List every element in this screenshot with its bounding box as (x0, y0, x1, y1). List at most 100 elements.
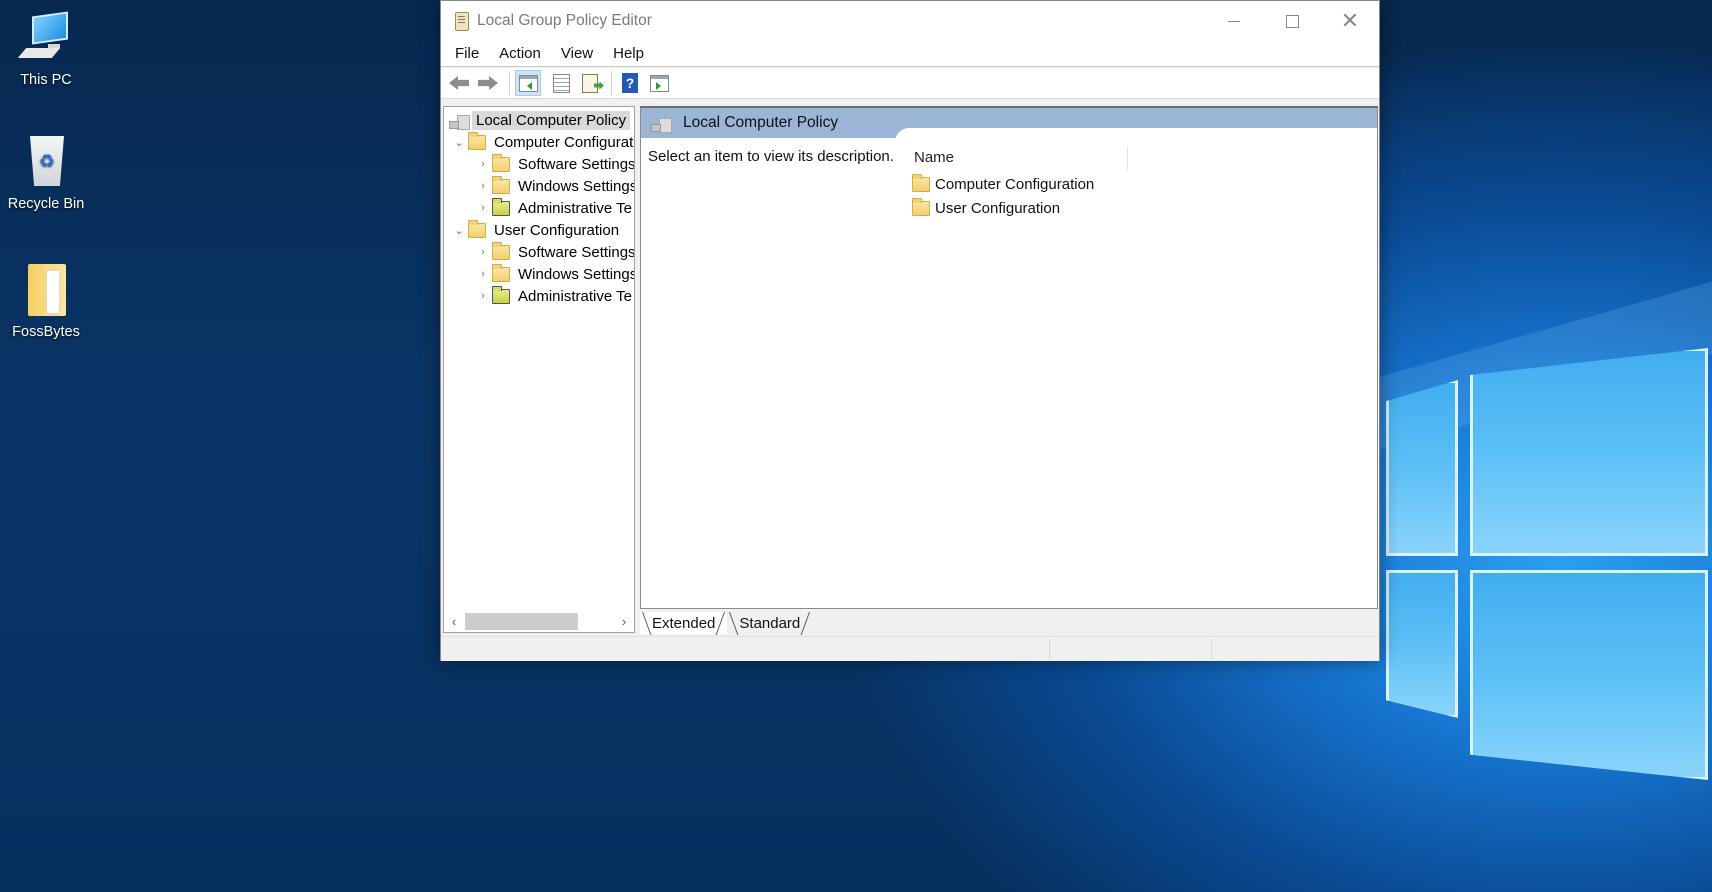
column-header-name[interactable]: Name (911, 142, 1376, 172)
windows-logo-pane (1470, 570, 1708, 780)
status-divider (1211, 639, 1212, 660)
action-pane-icon (649, 74, 669, 92)
tree-item-local-computer-policy[interactable]: Local Computer Policy (446, 109, 631, 131)
properties-button[interactable] (548, 70, 574, 96)
windows-logo-pane (1386, 570, 1458, 718)
tree-item-label: Windows Settings (518, 265, 635, 283)
desktop-icon-label: Recycle Bin (7, 196, 85, 212)
scroll-right-icon[interactable]: › (614, 614, 634, 629)
chevron-right-icon[interactable]: › (476, 268, 490, 280)
folder-icon (492, 241, 510, 260)
column-divider[interactable] (1127, 146, 1128, 170)
scroll-track[interactable] (464, 613, 614, 630)
desktop-icon-this-pc[interactable]: This PC (0, 10, 92, 88)
chevron-down-icon[interactable]: ⌄ (452, 224, 466, 237)
menu-action[interactable]: Action (492, 43, 548, 64)
tree-item-label: Local Computer Policy (472, 110, 631, 130)
folder-icon (468, 219, 486, 238)
show-hide-action-pane-button[interactable] (646, 70, 672, 96)
title-bar[interactable]: Local Group Policy Editor ✕ (441, 1, 1379, 41)
tree-item-software-settings[interactable]: › Software Settings (476, 153, 635, 175)
show-hide-console-tree-button[interactable] (515, 70, 541, 96)
help-button[interactable]: ? (617, 70, 643, 96)
tree-item-label: User Configuration (494, 221, 620, 239)
tree-item-label: Software Settings (518, 155, 635, 173)
list-item-label: User Configuration (935, 199, 1061, 217)
tree-item-windows-settings[interactable]: › Windows Settings (476, 175, 635, 197)
list-item-user-configuration[interactable]: User Configuration (911, 196, 1376, 220)
list-item-label: Computer Configuration (935, 175, 1095, 193)
console-tree: Local Computer Policy ⌄ Computer Configu… (443, 106, 635, 633)
folder-icon (492, 263, 510, 282)
menu-file[interactable]: File (448, 43, 486, 64)
properties-icon (552, 73, 570, 93)
folder-icon (492, 153, 510, 172)
windows-logo-pane (1386, 380, 1458, 556)
tree-item-computer-configuration[interactable]: ⌄ Computer Configurat (452, 131, 634, 153)
scroll-left-icon[interactable]: ‹ (444, 614, 464, 629)
item-description: Select an item to view its description. (648, 148, 894, 165)
forward-button[interactable] (475, 70, 501, 96)
list-item-computer-configuration[interactable]: Computer Configuration (911, 172, 1376, 196)
chevron-down-icon[interactable]: ⌄ (452, 136, 466, 149)
menu-view[interactable]: View (554, 43, 600, 64)
tree-item-user-configuration[interactable]: ⌄ User Configuration (452, 219, 623, 241)
desktop-icon-recycle-bin[interactable]: ♻ Recycle Bin (0, 134, 92, 212)
export-list-icon (582, 73, 598, 93)
export-list-button[interactable] (577, 70, 603, 96)
computer-icon (17, 10, 74, 66)
details-list: Name Computer Configuration User Configu… (911, 142, 1376, 220)
view-tabs: Extended Standard (640, 610, 812, 634)
desktop-icon-fossbytes[interactable]: FossBytes (0, 262, 92, 340)
tree-item-label: Software Settings (518, 243, 635, 261)
chevron-right-icon[interactable]: › (476, 158, 490, 170)
folder-icon (18, 262, 74, 318)
back-button[interactable] (446, 70, 472, 96)
maximize-button[interactable] (1263, 1, 1321, 41)
window-title: Local Group Policy Editor (477, 12, 652, 29)
desktop-icon-label: This PC (20, 72, 72, 88)
column-header-label: Name (914, 148, 955, 166)
tab-extended[interactable]: Extended (640, 612, 728, 634)
policy-editor-icon (452, 11, 470, 31)
close-icon: ✕ (1340, 8, 1360, 33)
help-icon: ? (622, 73, 638, 93)
back-arrow-icon (449, 76, 469, 90)
tree-item-administrative-templates[interactable]: › Administrative Te (476, 197, 634, 219)
menu-help[interactable]: Help (606, 43, 651, 64)
details-header-title: Local Computer Policy (683, 114, 839, 131)
tree-item-administrative-templates[interactable]: › Administrative Te (476, 285, 634, 307)
tree-item-software-settings[interactable]: › Software Settings (476, 241, 635, 263)
folder-icon (912, 173, 930, 192)
tree-horizontal-scrollbar[interactable]: ‹ › (444, 611, 634, 632)
tree-item-label: Administrative Te (518, 287, 632, 305)
recycle-bin-icon: ♻ (18, 134, 74, 190)
chevron-right-icon[interactable]: › (476, 246, 490, 258)
folder-icon (912, 197, 930, 216)
close-button[interactable]: ✕ (1321, 1, 1379, 41)
tree-item-windows-settings[interactable]: › Windows Settings (476, 263, 635, 285)
folder-icon (492, 175, 510, 194)
group-policy-editor-window: Local Group Policy Editor ✕ File Action … (440, 0, 1380, 661)
tab-standard[interactable]: Standard (727, 612, 812, 634)
toolbar-separator (509, 71, 510, 95)
toolbar: ? (441, 68, 1379, 99)
tree-item-label: Windows Settings (518, 177, 635, 195)
computer-policy-icon (651, 114, 672, 133)
chevron-right-icon[interactable]: › (476, 180, 490, 192)
admin-templates-folder-icon (492, 285, 510, 304)
tree-item-label: Computer Configurat (494, 133, 634, 151)
details-pane: Local Computer Policy Select an item to … (640, 106, 1378, 609)
console-tree-icon (518, 74, 538, 92)
chevron-right-icon[interactable]: › (476, 290, 490, 302)
folder-icon (468, 131, 486, 150)
computer-policy-icon (449, 111, 470, 130)
menu-bar: File Action View Help (441, 41, 1379, 67)
windows-logo-pane (1470, 348, 1708, 556)
toolbar-separator (611, 71, 612, 95)
scroll-thumb[interactable] (465, 613, 578, 630)
chevron-right-icon[interactable]: › (476, 202, 490, 214)
desktop-icon-label: FossBytes (12, 324, 80, 340)
forward-arrow-icon (478, 76, 498, 90)
minimize-button[interactable] (1205, 1, 1263, 41)
